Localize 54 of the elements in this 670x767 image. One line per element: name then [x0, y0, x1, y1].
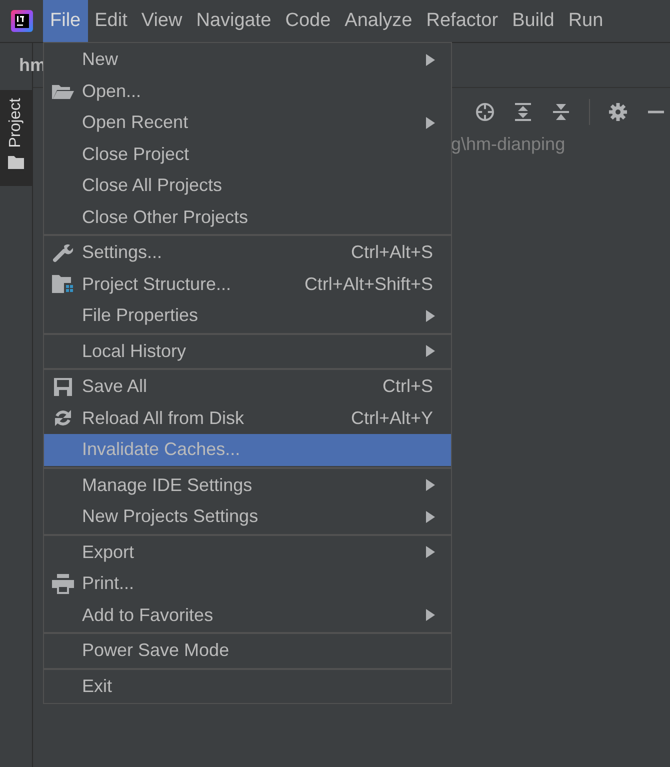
menu-item[interactable]: Print... — [44, 568, 451, 600]
menu-item[interactable]: Close All Projects — [44, 170, 451, 202]
menu-item[interactable]: New — [44, 44, 451, 76]
keyboard-shortcut: Ctrl+S — [382, 376, 433, 398]
submenu-arrow-icon — [426, 609, 435, 622]
menu-bar-item[interactable]: Run — [561, 0, 610, 42]
menu-item[interactable]: Save All Ctrl+S — [44, 371, 451, 402]
folder-grid-icon — [52, 275, 74, 294]
menu-bar-item[interactable]: File — [43, 0, 88, 42]
menu-bar-item[interactable]: View — [134, 0, 190, 42]
keyboard-shortcut: Ctrl+Alt+Shift+S — [304, 274, 433, 295]
menu-bar-item[interactable]: Build — [505, 0, 562, 42]
menu-item[interactable]: Close Project — [44, 138, 451, 170]
menu-item[interactable]: Export — [44, 536, 451, 568]
menu-item[interactable]: Project Structure... Ctrl+Alt+Shift+S — [44, 268, 451, 300]
project-path: g\hm-dianping — [451, 134, 566, 154]
folder-icon — [52, 83, 74, 100]
keyboard-shortcut: Ctrl+Alt+S — [350, 242, 433, 264]
menu-bar-item[interactable]: Refactor — [419, 0, 506, 42]
menu-item[interactable]: Exit — [44, 670, 451, 702]
collapse-all-icon[interactable] — [551, 102, 571, 122]
menu-item[interactable]: Open... — [44, 76, 451, 107]
menu-item[interactable]: File Properties — [44, 300, 451, 332]
submenu-arrow-icon — [426, 510, 435, 523]
menu-item[interactable]: Reload All from Disk Ctrl+Alt+Y — [44, 402, 451, 434]
printer-icon — [52, 574, 74, 594]
locate-icon[interactable] — [475, 102, 495, 122]
submenu-arrow-icon — [426, 479, 435, 492]
submenu-arrow-icon — [426, 116, 435, 129]
expand-all-icon[interactable] — [513, 102, 533, 122]
wrench-icon — [53, 242, 73, 263]
folder-icon — [8, 156, 24, 169]
menu-bar-item[interactable]: Edit — [88, 0, 134, 42]
settings-icon[interactable] — [608, 102, 628, 122]
app-logo-icon[interactable] — [11, 10, 33, 32]
tool-window-tab[interactable]: Project — [0, 90, 32, 186]
menu-item[interactable]: Power Save Mode — [44, 635, 451, 666]
menu-bar-item[interactable]: Analyze — [338, 0, 420, 42]
keyboard-shortcut: Ctrl+Alt+Y — [350, 408, 433, 429]
menu-bar-item[interactable]: Code — [278, 0, 338, 42]
submenu-arrow-icon — [426, 54, 435, 66]
menu-item[interactable]: Open Recent — [44, 107, 451, 138]
submenu-arrow-icon — [426, 310, 435, 322]
menu-item[interactable]: New Projects Settings — [44, 501, 451, 532]
menu-item[interactable]: Close Other Projects — [44, 202, 451, 233]
save-icon — [54, 378, 72, 396]
menu-item[interactable]: Local History — [44, 336, 451, 367]
menu-item[interactable]: Add to Favorites — [44, 600, 451, 631]
menu-item[interactable]: Settings... Ctrl+Alt+S — [44, 237, 451, 268]
menu-bar-item[interactable]: Navigate — [189, 0, 278, 42]
menu-item[interactable]: Manage IDE Settings — [44, 470, 451, 501]
reload-icon — [53, 408, 73, 428]
submenu-arrow-icon — [426, 345, 435, 358]
submenu-arrow-icon — [426, 546, 435, 558]
